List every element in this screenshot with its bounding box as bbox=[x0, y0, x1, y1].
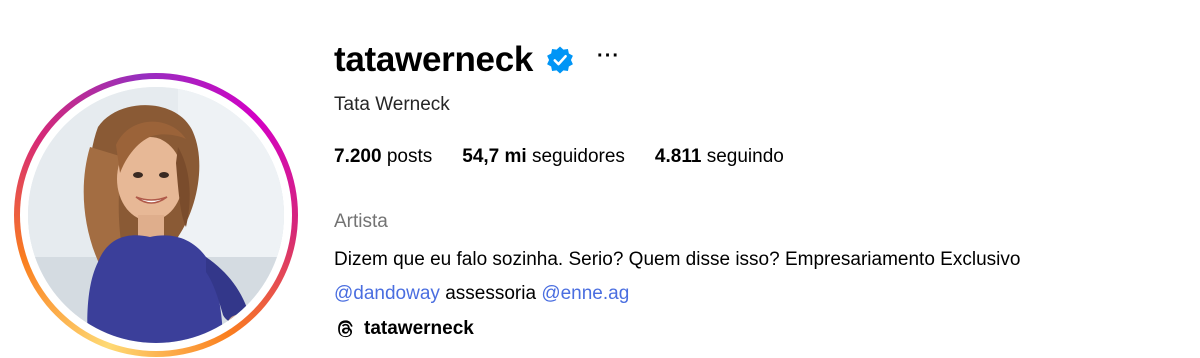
followers-stat[interactable]: 54,7 mi seguidores bbox=[462, 146, 625, 168]
username: tatawerneck bbox=[334, 38, 533, 82]
following-label: seguindo bbox=[707, 146, 784, 167]
more-options-icon[interactable]: ··· bbox=[597, 46, 620, 66]
threads-link[interactable]: tatawerneck bbox=[334, 318, 474, 340]
profile-stats: 7.200 posts 54,7 mi seguidores 4.811 seg… bbox=[334, 146, 814, 168]
bio-text-assessoria: assessoria bbox=[445, 283, 536, 304]
avatar-photo bbox=[28, 87, 284, 343]
following-stat[interactable]: 4.811 seguindo bbox=[655, 146, 784, 168]
verified-badge-icon bbox=[545, 45, 575, 75]
mention-link-dandoway[interactable]: @dandoway bbox=[334, 283, 440, 304]
bio-line-2: @dandoway assessoria @enne.ag bbox=[334, 283, 629, 305]
story-ring[interactable] bbox=[14, 73, 298, 357]
posts-count: 7.200 bbox=[334, 146, 382, 167]
username-row: tatawerneck ··· bbox=[334, 38, 620, 82]
threads-handle: tatawerneck bbox=[364, 318, 474, 340]
posts-label: posts bbox=[387, 146, 432, 167]
profile-header: tatawerneck ··· Tata Werneck 7.200 posts… bbox=[0, 0, 1200, 358]
bio-line-1: Dizem que eu falo sozinha. Serio? Quem d… bbox=[334, 249, 1020, 271]
posts-stat[interactable]: 7.200 posts bbox=[334, 146, 432, 168]
profile-category: Artista bbox=[334, 211, 388, 233]
mention-link-enne[interactable]: @enne.ag bbox=[541, 283, 629, 304]
followers-count: 54,7 mi bbox=[462, 146, 526, 167]
following-count: 4.811 bbox=[655, 146, 702, 167]
followers-label: seguidores bbox=[532, 146, 625, 167]
threads-icon bbox=[334, 318, 356, 340]
avatar[interactable] bbox=[28, 87, 284, 343]
full-name: Tata Werneck bbox=[334, 94, 450, 116]
